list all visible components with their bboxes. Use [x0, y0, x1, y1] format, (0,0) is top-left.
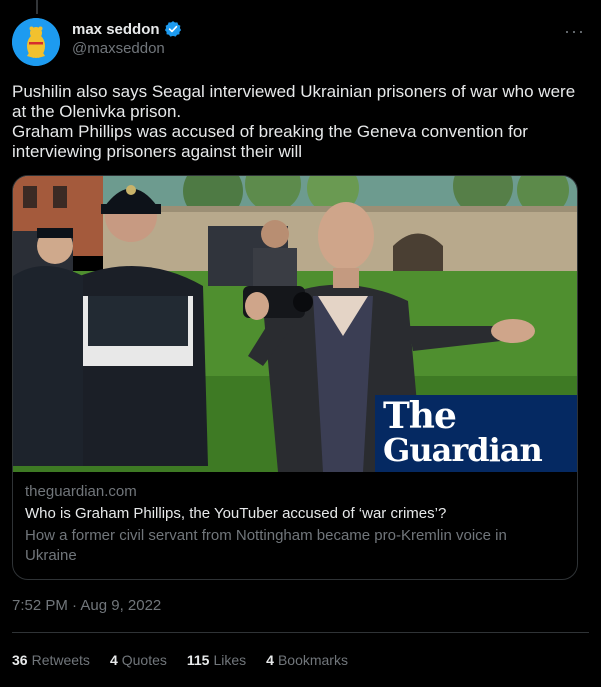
engagement-stats: 36 Retweets 4 Quotes 115 Likes 4 Bookmarks	[12, 652, 348, 668]
guardian-logo-line1: The	[383, 395, 457, 437]
card-meta: theguardian.com Who is Graham Phillips, …	[13, 472, 577, 566]
tweet-text: Pushilin also says Seagal interviewed Uk…	[12, 82, 576, 161]
bookmarks-count: 4	[266, 652, 274, 668]
retweets-count: 36	[12, 652, 28, 668]
bear-avatar-icon	[12, 18, 60, 66]
tweet-header: max seddon @maxseddon ···	[12, 18, 585, 66]
thread-line	[36, 0, 38, 14]
more-options-icon[interactable]: ···	[564, 22, 585, 40]
likes-label: Likes	[213, 652, 247, 668]
quotes-label: Quotes	[121, 652, 167, 668]
card-image[interactable]: The Guardian	[13, 176, 577, 472]
bookmarks-stat[interactable]: 4 Bookmarks	[266, 652, 348, 668]
card-title[interactable]: Who is Graham Phillips, the YouTuber acc…	[25, 504, 565, 524]
avatar[interactable]	[12, 18, 60, 66]
likes-stat[interactable]: 115 Likes	[187, 652, 246, 668]
guardian-logo: The Guardian	[375, 395, 577, 472]
card-description: How a former civil servant from Nottingh…	[25, 527, 507, 564]
tweet-timestamp[interactable]: 7:52 PM · Aug 9, 2022	[12, 597, 161, 614]
guardian-logo-line2: Guardian	[383, 431, 543, 469]
verified-badge-icon	[164, 21, 181, 37]
card-domain: theguardian.com	[25, 483, 137, 500]
link-card[interactable]: The Guardian theguardian.com Who is Grah…	[12, 175, 578, 580]
quotes-count: 4	[109, 652, 118, 668]
likes-count: 115	[186, 652, 210, 668]
author-names: max seddon @maxseddon	[72, 20, 182, 57]
quotes-stat[interactable]: 4 Quotes	[110, 652, 167, 668]
display-name[interactable]: max seddon	[72, 21, 160, 38]
retweets-stat[interactable]: 36 Retweets	[12, 652, 90, 668]
retweets-label: Retweets	[31, 652, 90, 668]
author-handle[interactable]: @maxseddon	[72, 40, 182, 57]
bookmarks-label: Bookmarks	[277, 652, 348, 668]
divider	[12, 632, 589, 633]
